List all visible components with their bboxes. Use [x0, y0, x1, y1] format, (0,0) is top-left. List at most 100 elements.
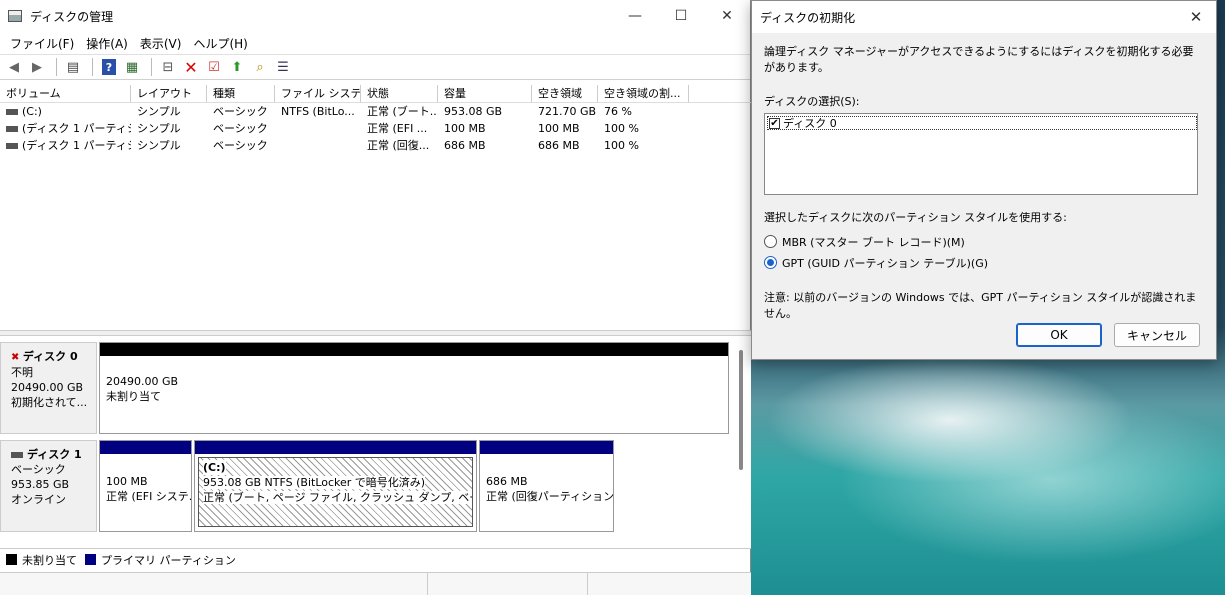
back-arrow-icon[interactable]: ◀ [4, 57, 24, 77]
toolbar-separator [92, 58, 93, 76]
disk-1-size: 953.85 GB [11, 478, 70, 491]
connect-drive-icon[interactable]: ⊟ [158, 57, 178, 77]
menu-view[interactable]: 表示(V) [134, 35, 188, 52]
partition-status: 正常 (回復パーティション) [486, 490, 613, 503]
cell-filesystem [275, 120, 361, 137]
close-button[interactable]: ✕ [704, 0, 750, 32]
cell-capacity: 100 MB [444, 122, 486, 135]
column-filesystem[interactable]: ファイル システム [275, 85, 361, 102]
status-cell [588, 573, 748, 595]
disk-icon [11, 452, 23, 458]
cell-layout: シンプル [137, 105, 181, 118]
cell-free-space: 100 MB [538, 122, 580, 135]
minimize-button[interactable]: — [612, 0, 658, 32]
primary-bar [480, 441, 613, 454]
volume-icon [6, 109, 18, 115]
partition-size: 686 MB [486, 475, 528, 488]
cell-status: 正常 (ブート... [367, 105, 438, 118]
disk-0-row: ✖ ディスク 0 不明 20490.00 GB 初期化されて... 20490.… [0, 342, 729, 434]
cell-capacity: 953.08 GB [444, 105, 503, 118]
cell-free-space: 686 MB [538, 139, 580, 152]
disk-0-label[interactable]: ✖ ディスク 0 不明 20490.00 GB 初期化されて... [0, 342, 97, 434]
column-volume[interactable]: ボリューム [0, 85, 131, 102]
list-item[interactable]: ✔ ディスク 0 [767, 116, 1197, 130]
gpt-label: GPT (GUID パーティション テーブル)(G) [782, 256, 989, 270]
table-row[interactable]: (ディスク 1 パーティシ... シンプル ベーシック 正常 (回復... 68… [0, 137, 751, 154]
table-row[interactable]: (C:) シンプル ベーシック NTFS (BitLo... 正常 (ブート..… [0, 103, 751, 120]
cell-free-space: 721.70 GB [538, 105, 597, 118]
disk-0-name: ディスク 0 [22, 350, 78, 363]
help-topics-icon[interactable]: ▦ [122, 57, 142, 77]
disk-0-checkbox[interactable]: ✔ [769, 117, 780, 129]
c-drive-partition[interactable]: (C:) 953.08 GB NTFS (BitLocker で暗号化済み) 正… [194, 440, 477, 532]
menu-bar: ファイル(F) 操作(A) 表示(V) ヘルプ(H) [0, 32, 750, 54]
menu-help[interactable]: ヘルプ(H) [187, 35, 253, 52]
status-bar [0, 572, 751, 595]
cancel-button[interactable]: キャンセル [1114, 323, 1200, 347]
delete-icon[interactable]: ✕ [181, 57, 201, 77]
disk-0-unallocated-partition[interactable]: 20490.00 GB 未割り当て [99, 342, 729, 434]
partition-size: 953.08 GB NTFS (BitLocker で暗号化済み) [203, 476, 426, 489]
disk-1-label[interactable]: ディスク 1 ベーシック 953.85 GB オンライン [0, 440, 97, 532]
dialog-close-button[interactable]: ✕ [1176, 8, 1216, 26]
search-icon[interactable]: ⌕ [250, 57, 270, 77]
gpt-option[interactable]: GPT (GUID パーティション テーブル)(G) [764, 252, 1204, 273]
cell-filesystem: NTFS (BitLo... [281, 105, 355, 118]
column-status[interactable]: 状態 [361, 85, 438, 102]
column-free-space[interactable]: 空き領域 [532, 85, 598, 102]
cell-volume: (ディスク 1 パーティシ... [22, 139, 131, 152]
status-cell [0, 573, 428, 595]
partition-size: 20490.00 GB [106, 375, 179, 388]
properties-icon[interactable]: ☑ [204, 57, 224, 77]
dialog-description: 論理ディスク マネージャーがアクセスできるようにするにはディスクを初期化する必要… [764, 45, 1194, 74]
menu-action[interactable]: 操作(A) [80, 35, 134, 52]
disk-1-type: ベーシック [11, 463, 66, 476]
disk-1-name: ディスク 1 [27, 448, 82, 461]
disk-management-icon [8, 10, 22, 22]
disk-map-scrollbar[interactable] [739, 350, 743, 470]
partition-style-label: 選択したディスクに次のパーティション スタイルを使用する: [764, 211, 1067, 224]
cell-free-percent: 76 % [604, 105, 632, 118]
cell-layout: シンプル [137, 122, 181, 135]
partition-status: 正常 (ブート, ページ ファイル, クラッシュ ダンプ, ベーシック デ... [203, 491, 472, 504]
ok-button[interactable]: OK [1016, 323, 1102, 347]
disk-1-row: ディスク 1 ベーシック 953.85 GB オンライン 100 MB 正常 (… [0, 440, 614, 532]
maximize-button[interactable]: ☐ [658, 0, 704, 32]
unallocated-bar [100, 343, 728, 356]
recovery-partition[interactable]: 686 MB 正常 (回復パーティション) [479, 440, 614, 532]
column-type[interactable]: 種類 [207, 85, 275, 102]
console-tree-icon[interactable]: ▤ [63, 57, 83, 77]
efi-partition[interactable]: 100 MB 正常 (EFI システ... [99, 440, 192, 532]
table-row[interactable]: (ディスク 1 パーティシ... シンプル ベーシック 正常 (EFI ... … [0, 120, 751, 137]
cell-free-percent: 100 % [604, 122, 639, 135]
forward-arrow-icon[interactable]: ▶ [27, 57, 47, 77]
cell-volume: (C:) [22, 105, 42, 118]
disk-0-type: 不明 [11, 366, 33, 379]
help-icon[interactable]: ? [99, 57, 119, 77]
volume-list-header: ボリューム レイアウト 種類 ファイル システム 状態 容量 空き領域 空き領域… [0, 85, 751, 103]
cell-volume: (ディスク 1 パーティシ... [22, 122, 131, 135]
partition-label: 未割り当て [106, 390, 161, 403]
disk-select-label: ディスクの選択(S): [764, 95, 860, 108]
column-free-percent[interactable]: 空き領域の割... [598, 85, 689, 102]
gpt-radio[interactable] [764, 256, 777, 269]
mbr-option[interactable]: MBR (マスター ブート レコード)(M) [764, 231, 1204, 252]
toolbar: ◀ ▶ ▤ ? ▦ ⊟ ✕ ☑ ⬆ ⌕ ☰ [0, 54, 750, 80]
unallocated-swatch [6, 554, 17, 565]
column-capacity[interactable]: 容量 [438, 85, 532, 102]
disk-select-listbox[interactable]: ✔ ディスク 0 [764, 113, 1198, 195]
cell-status: 正常 (EFI ... [367, 122, 428, 135]
partition-size: 100 MB [106, 475, 148, 488]
primary-swatch [85, 554, 96, 565]
list-icon[interactable]: ☰ [273, 57, 293, 77]
dialog-title-bar: ディスクの初期化 ✕ [752, 1, 1216, 33]
disk-map: ✖ ディスク 0 不明 20490.00 GB 初期化されて... 20490.… [0, 336, 751, 548]
cell-type: ベーシック [213, 139, 268, 152]
column-layout[interactable]: レイアウト [131, 85, 207, 102]
up-arrow-icon[interactable]: ⬆ [227, 57, 247, 77]
legend-primary: プライマリ パーティション [101, 553, 236, 567]
cell-filesystem [275, 137, 361, 154]
mbr-radio[interactable] [764, 235, 777, 248]
legend-unallocated: 未割り当て [22, 553, 77, 567]
menu-file[interactable]: ファイル(F) [4, 35, 80, 52]
